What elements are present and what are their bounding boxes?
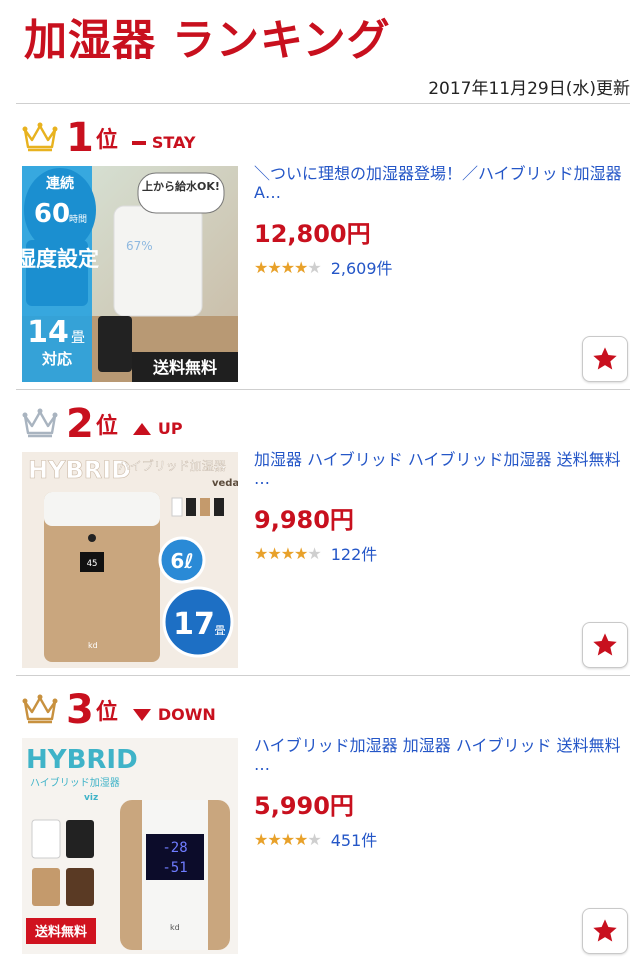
product-title-link[interactable]: ＼ついに理想の加湿器登場！／ハイブリッド加湿器 A…	[254, 164, 634, 202]
tatami-unit: 畳	[71, 330, 85, 346]
device-display-readout: 67%	[126, 239, 153, 253]
review-count-link[interactable]: 451件	[331, 827, 378, 851]
product-price: 5,990円	[254, 792, 354, 820]
rating-row: ★★★★★ 451件	[254, 827, 634, 851]
feature-text: 湿度設定	[22, 247, 99, 271]
favorite-button[interactable]	[582, 622, 628, 668]
ranking-item-1[interactable]: 1 位 STAY 67% 連続 60 時間 湿度設定 14 畳 対応 上から給水…	[0, 104, 640, 389]
rank-number: 3	[66, 687, 94, 733]
review-count-link[interactable]: 122件	[331, 541, 378, 565]
badge-hours-unit: 時間	[69, 214, 87, 225]
tatami-unit: 畳	[215, 624, 226, 637]
star-icon	[593, 633, 617, 656]
favorite-button[interactable]	[582, 908, 628, 954]
trend-indicator: DOWN	[132, 705, 216, 724]
product-image-art: 67% 連続 60 時間 湿度設定 14 畳 対応 上から給水OK! 送料無料	[22, 166, 238, 382]
rating-row: ★★★★★ 2,609件	[254, 255, 634, 279]
ranking-item-3[interactable]: 3 位 DOWN HYBRID ハイブリッド加湿器 viz -28 -51 kd…	[0, 676, 640, 957]
product-info: ＼ついに理想の加湿器登場！／ハイブリッド加湿器 A… 12,800円 ★★★★★…	[254, 164, 634, 279]
star-icon	[593, 347, 617, 370]
crown-bronze-icon	[22, 694, 58, 724]
product-title-link[interactable]: 加湿器 ハイブリッド ハイブリッド加湿器 送料無料 …	[254, 450, 634, 488]
brand-sub-text: ハイブリッド加湿器	[118, 458, 226, 473]
crown-silver-icon	[22, 408, 58, 438]
star-rating-icon: ★★★★★	[254, 257, 322, 277]
product-image-art: HYBRID ハイブリッド加湿器 veda 45 kd 6ℓ 17 畳	[22, 452, 238, 668]
product-image[interactable]: HYBRID ハイブリッド加湿器 viz -28 -51 kd 送料無料	[22, 738, 238, 954]
trend-label: UP	[157, 419, 183, 438]
rank-number: 1	[66, 115, 94, 161]
dash-icon	[131, 140, 146, 145]
rank-suffix: 位	[95, 414, 118, 439]
device-logo: kd	[88, 641, 98, 650]
brand-text: HYBRID	[28, 456, 131, 484]
tatami-number: 14	[27, 315, 69, 350]
product-info: ハイブリッド加湿器 加湿器 ハイブリッド 送料無料 … 5,990円 ★★★★★…	[254, 736, 634, 851]
star-rating-icon: ★★★★★	[254, 543, 322, 563]
trend-label: DOWN	[157, 705, 216, 724]
ranking-item-2[interactable]: 2 位 UP HYBRID ハイブリッド加湿器 veda 45 kd 6ℓ 17	[0, 390, 640, 675]
rank-header: 3 位 DOWN	[22, 686, 216, 730]
brand-sub-text: ハイブリッド加湿器	[30, 776, 120, 789]
crown-gold-icon	[22, 122, 58, 152]
page-title: 加湿器 ランキング	[24, 16, 391, 66]
rank-header: 1 位 STAY	[22, 114, 196, 158]
maker-text: veda	[212, 478, 238, 489]
favorite-button[interactable]	[582, 336, 628, 382]
rank-suffix: 位	[95, 700, 118, 725]
rank-suffix: 位	[95, 128, 118, 153]
device-display-readout-top: -28	[162, 840, 187, 856]
product-info: 加湿器 ハイブリッド ハイブリッド加湿器 送料無料 … 9,980円 ★★★★★…	[254, 450, 634, 565]
badge-hours-number: 60	[34, 199, 70, 229]
free-shipping-ribbon: 送料無料	[152, 358, 217, 377]
device-logo: kd	[170, 923, 180, 932]
rating-row: ★★★★★ 122件	[254, 541, 634, 565]
maker-text: viz	[84, 793, 98, 803]
product-image[interactable]: 67% 連続 60 時間 湿度設定 14 畳 対応 上から給水OK! 送料無料	[22, 166, 238, 382]
badge-top-text: 連続	[46, 175, 74, 192]
free-shipping-ribbon: 送料無料	[34, 924, 87, 940]
star-rating-icon: ★★★★★	[254, 829, 322, 849]
device-display-readout-bottom: -51	[162, 860, 187, 876]
triangle-down-icon	[132, 708, 151, 721]
update-date: 2017年11月29日(水)更新	[428, 79, 630, 99]
tatami-number: 17	[173, 607, 215, 642]
product-title-link[interactable]: ハイブリッド加湿器 加湿器 ハイブリッド 送料無料 …	[254, 736, 634, 774]
device-display-readout: 45	[87, 559, 98, 569]
review-count-link[interactable]: 2,609件	[331, 255, 393, 279]
product-price: 12,800円	[254, 220, 371, 248]
trend-label: STAY	[151, 133, 196, 152]
capacity-badge: 6ℓ	[170, 549, 193, 573]
star-icon	[593, 919, 617, 942]
product-image-art: HYBRID ハイブリッド加湿器 viz -28 -51 kd 送料無料	[22, 738, 238, 954]
product-image[interactable]: HYBRID ハイブリッド加湿器 veda 45 kd 6ℓ 17 畳	[22, 452, 238, 668]
triangle-up-icon	[132, 422, 151, 435]
product-price: 9,980円	[254, 506, 354, 534]
trend-indicator: STAY	[131, 133, 196, 152]
speech-bubble-text: 上から給水OK!	[142, 179, 220, 193]
tatami-label: 対応	[41, 350, 72, 368]
rank-header: 2 位 UP	[22, 400, 183, 444]
brand-text: HYBRID	[26, 745, 138, 775]
trend-indicator: UP	[132, 419, 183, 438]
rank-number: 2	[66, 401, 94, 447]
